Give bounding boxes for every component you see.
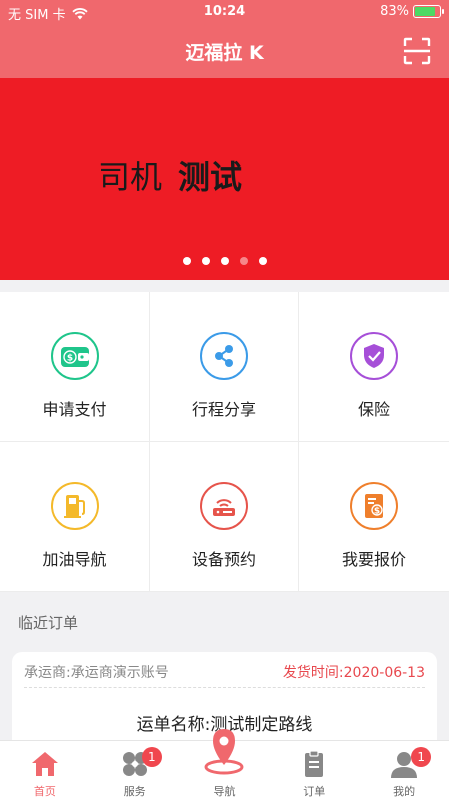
- tab-label: 服务: [123, 785, 146, 798]
- carousel-dot-active[interactable]: [239, 257, 248, 265]
- order-carrier: 承运商:承运商演示账号: [24, 665, 169, 681]
- service-label: 设备预约: [191, 550, 256, 569]
- battery-fill: [415, 7, 435, 16]
- tab-bar: 首页 1 服务 导航 订单 1 我的: [0, 729, 449, 800]
- service-grid: $ 申请支付 行程分享 保险 加油导航 设备预约 $ 我要报价: [0, 292, 449, 592]
- service-label: 保险: [357, 400, 390, 419]
- carousel-dot[interactable]: [258, 257, 267, 265]
- tab-profile[interactable]: 1 我的: [359, 741, 449, 800]
- tab-navigation[interactable]: 导航: [180, 729, 270, 800]
- clipboard-icon: [305, 750, 324, 777]
- section-title-recent-orders: 临近订单: [18, 614, 79, 632]
- service-label: 我要报价: [341, 550, 406, 569]
- tab-orders[interactable]: 订单: [269, 741, 359, 800]
- tab-label: 订单: [303, 785, 326, 798]
- page-title: 迈福拉 K: [185, 42, 264, 64]
- carousel-indicator: [0, 257, 449, 265]
- order-ship-time: 发货时间:2020-06-13: [282, 665, 425, 681]
- tab-label: 首页: [33, 785, 56, 798]
- status-bar: 无 SIM 卡 10:24 83%: [0, 0, 449, 24]
- nav-bar: 迈福拉 K: [0, 24, 449, 78]
- tab-services[interactable]: 1 服务: [90, 741, 180, 800]
- share-icon: [200, 332, 248, 380]
- service-apply-payment[interactable]: $ 申请支付: [0, 292, 150, 442]
- banner-text-normal: 司机: [98, 158, 163, 196]
- service-label: 申请支付: [42, 400, 107, 419]
- service-label: 行程分享: [191, 400, 256, 419]
- carousel-dot[interactable]: [220, 257, 229, 265]
- service-quote[interactable]: $ 我要报价: [299, 442, 449, 592]
- invoice-icon: $: [350, 482, 398, 530]
- banner-text-bold: 测试: [178, 158, 243, 196]
- shield-icon: [350, 332, 398, 380]
- tab-badge: 1: [141, 747, 162, 767]
- service-label: 加油导航: [42, 550, 107, 569]
- tab-label: 导航: [213, 785, 236, 798]
- service-trip-share[interactable]: 行程分享: [150, 292, 299, 442]
- tab-home[interactable]: 首页: [0, 741, 90, 800]
- service-fuel-navigation[interactable]: 加油导航: [0, 442, 150, 592]
- banner-text: 司机 测试: [98, 152, 242, 198]
- scan-icon[interactable]: [403, 37, 431, 65]
- home-icon: [31, 752, 58, 776]
- tab-label: 我的: [393, 785, 416, 798]
- service-device-booking[interactable]: 设备预约: [150, 442, 299, 592]
- banner-carousel[interactable]: 司机 测试: [0, 78, 449, 280]
- carousel-dot[interactable]: [201, 257, 210, 265]
- router-icon: [200, 482, 248, 530]
- battery-status: 83%: [380, 4, 444, 19]
- carousel-dot[interactable]: [182, 257, 191, 265]
- svg-text:$: $: [374, 507, 380, 517]
- tab-badge: 1: [411, 747, 432, 767]
- svg-text:$: $: [66, 354, 72, 364]
- location-pin-icon: [204, 729, 244, 775]
- fuel-icon: [50, 482, 99, 530]
- battery-icon: [413, 5, 444, 18]
- service-insurance[interactable]: 保险: [299, 292, 449, 442]
- battery-percent: 83%: [380, 4, 409, 19]
- wallet-icon: $: [50, 332, 99, 380]
- order-card-header: 承运商:承运商演示账号 发货时间:2020-06-13: [24, 662, 425, 688]
